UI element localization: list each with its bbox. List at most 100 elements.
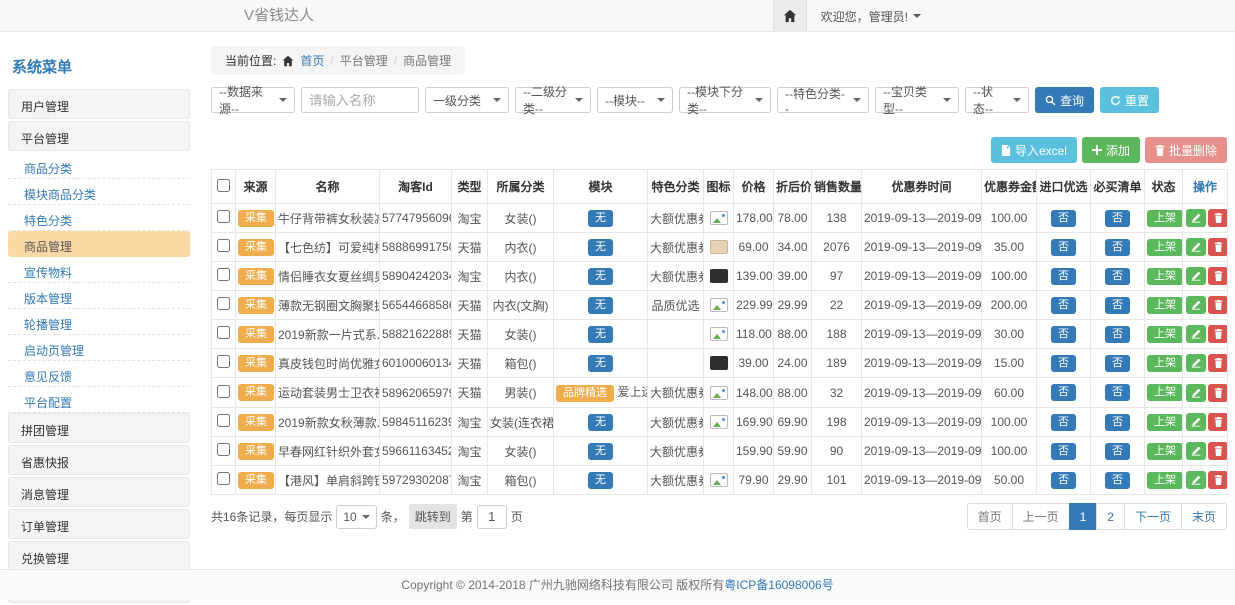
edit-button[interactable] [1186, 384, 1206, 402]
name-search-input[interactable] [301, 87, 419, 113]
page-button-末页[interactable]: 末页 [1181, 503, 1227, 530]
status-badge[interactable]: 上架 [1147, 239, 1183, 256]
filter-select[interactable]: --特色分类-- [777, 87, 869, 113]
sidebar-item[interactable]: 省惠快报 [8, 445, 190, 475]
per-page-select[interactable]: 10 [336, 505, 376, 529]
sidebar-item[interactable]: 商品管理 [8, 231, 190, 257]
delete-button[interactable] [1208, 267, 1228, 285]
page-button-下一页[interactable]: 下一页 [1124, 503, 1182, 530]
row-checkbox[interactable] [217, 326, 230, 339]
delete-button[interactable] [1208, 384, 1228, 402]
sidebar-item[interactable]: 启动页管理 [8, 335, 190, 361]
jump-button[interactable]: 跳转到 [409, 504, 457, 529]
select-all-checkbox[interactable] [217, 179, 230, 192]
filter-select[interactable]: --宝贝类型-- [875, 87, 959, 113]
row-checkbox[interactable] [217, 210, 230, 223]
delete-button[interactable] [1208, 296, 1228, 314]
must-buy-badge[interactable]: 否 [1105, 210, 1130, 227]
reset-button[interactable]: 重置 [1100, 87, 1159, 113]
query-button[interactable]: 查询 [1035, 87, 1094, 113]
status-badge[interactable]: 上架 [1147, 443, 1183, 460]
status-badge[interactable]: 上架 [1147, 210, 1183, 227]
sidebar-item[interactable]: 版本管理 [8, 283, 190, 309]
delete-button[interactable] [1208, 442, 1228, 460]
filter-select[interactable]: --模块下分类-- [679, 87, 771, 113]
imported-badge[interactable]: 否 [1051, 239, 1076, 256]
sidebar-item[interactable]: 消息管理 [8, 477, 190, 507]
edit-button[interactable] [1186, 354, 1206, 372]
row-checkbox[interactable] [217, 355, 230, 368]
edit-button[interactable] [1186, 238, 1206, 256]
status-badge[interactable]: 上架 [1147, 355, 1183, 372]
imported-badge[interactable]: 否 [1051, 210, 1076, 227]
imported-badge[interactable]: 否 [1051, 268, 1076, 285]
sidebar-item[interactable]: 意见反馈 [8, 361, 190, 387]
edit-button[interactable] [1186, 209, 1206, 227]
sidebar-item[interactable]: 模块商品分类 [8, 179, 190, 205]
sidebar-item[interactable]: 平台配置 [8, 387, 190, 413]
sidebar-item[interactable]: 轮播管理 [8, 309, 190, 335]
imported-badge[interactable]: 否 [1051, 297, 1076, 314]
status-badge[interactable]: 上架 [1147, 384, 1183, 401]
icp-link[interactable]: 粤ICP备16098006号 [724, 578, 833, 592]
imported-badge[interactable]: 否 [1051, 355, 1076, 372]
import-excel-button[interactable]: 导入excel [991, 137, 1077, 163]
edit-button[interactable] [1186, 413, 1206, 431]
must-buy-badge[interactable]: 否 [1105, 414, 1130, 431]
delete-button[interactable] [1208, 209, 1228, 227]
page-button-上一页[interactable]: 上一页 [1012, 503, 1070, 530]
must-buy-badge[interactable]: 否 [1105, 355, 1130, 372]
home-button[interactable] [773, 0, 807, 32]
imported-badge[interactable]: 否 [1051, 414, 1076, 431]
edit-button[interactable] [1186, 296, 1206, 314]
sidebar-item[interactable]: 宣传物料 [8, 257, 190, 283]
row-checkbox[interactable] [217, 414, 230, 427]
jump-page-input[interactable] [477, 505, 507, 529]
filter-select[interactable]: --二级分类-- [515, 87, 591, 113]
row-checkbox[interactable] [217, 472, 230, 485]
sidebar-item[interactable]: 用户管理 [8, 89, 190, 119]
imported-badge[interactable]: 否 [1051, 384, 1076, 401]
filter-select[interactable]: --状态-- [965, 87, 1029, 113]
edit-button[interactable] [1186, 442, 1206, 460]
add-button[interactable]: 添加 [1082, 137, 1140, 163]
sidebar-item[interactable]: 拼团管理 [8, 413, 190, 443]
edit-button[interactable] [1186, 325, 1206, 343]
breadcrumb-home-link[interactable]: 首页 [300, 52, 324, 69]
must-buy-badge[interactable]: 否 [1105, 326, 1130, 343]
must-buy-badge[interactable]: 否 [1105, 472, 1130, 489]
delete-button[interactable] [1208, 325, 1228, 343]
delete-button[interactable] [1208, 413, 1228, 431]
sidebar-item[interactable]: 特色分类 [8, 205, 190, 231]
row-checkbox[interactable] [217, 385, 230, 398]
filter-select[interactable]: --数据来源-- [211, 87, 295, 113]
row-checkbox[interactable] [217, 239, 230, 252]
must-buy-badge[interactable]: 否 [1105, 384, 1130, 401]
must-buy-badge[interactable]: 否 [1105, 297, 1130, 314]
edit-button[interactable] [1186, 267, 1206, 285]
row-checkbox[interactable] [217, 443, 230, 456]
page-button-2[interactable]: 2 [1096, 503, 1125, 530]
filter-select[interactable]: --模块-- [597, 87, 673, 113]
page-button-1[interactable]: 1 [1069, 503, 1098, 530]
row-checkbox[interactable] [217, 297, 230, 310]
status-badge[interactable]: 上架 [1147, 268, 1183, 285]
sidebar-item[interactable]: 兑换管理 [8, 541, 190, 571]
filter-select[interactable]: 一级分类 [425, 87, 509, 113]
must-buy-badge[interactable]: 否 [1105, 239, 1130, 256]
imported-badge[interactable]: 否 [1051, 443, 1076, 460]
batch-delete-button[interactable]: 批量删除 [1145, 137, 1227, 163]
sidebar-item[interactable]: 商品分类 [8, 153, 190, 179]
delete-button[interactable] [1208, 471, 1228, 489]
row-checkbox[interactable] [217, 268, 230, 281]
status-badge[interactable]: 上架 [1147, 326, 1183, 343]
must-buy-badge[interactable]: 否 [1105, 443, 1130, 460]
sidebar-item[interactable]: 平台管理 [8, 121, 190, 151]
must-buy-badge[interactable]: 否 [1105, 268, 1130, 285]
edit-button[interactable] [1186, 471, 1206, 489]
status-badge[interactable]: 上架 [1147, 472, 1183, 489]
delete-button[interactable] [1208, 354, 1228, 372]
delete-button[interactable] [1208, 238, 1228, 256]
status-badge[interactable]: 上架 [1147, 414, 1183, 431]
page-button-首页[interactable]: 首页 [967, 503, 1013, 530]
